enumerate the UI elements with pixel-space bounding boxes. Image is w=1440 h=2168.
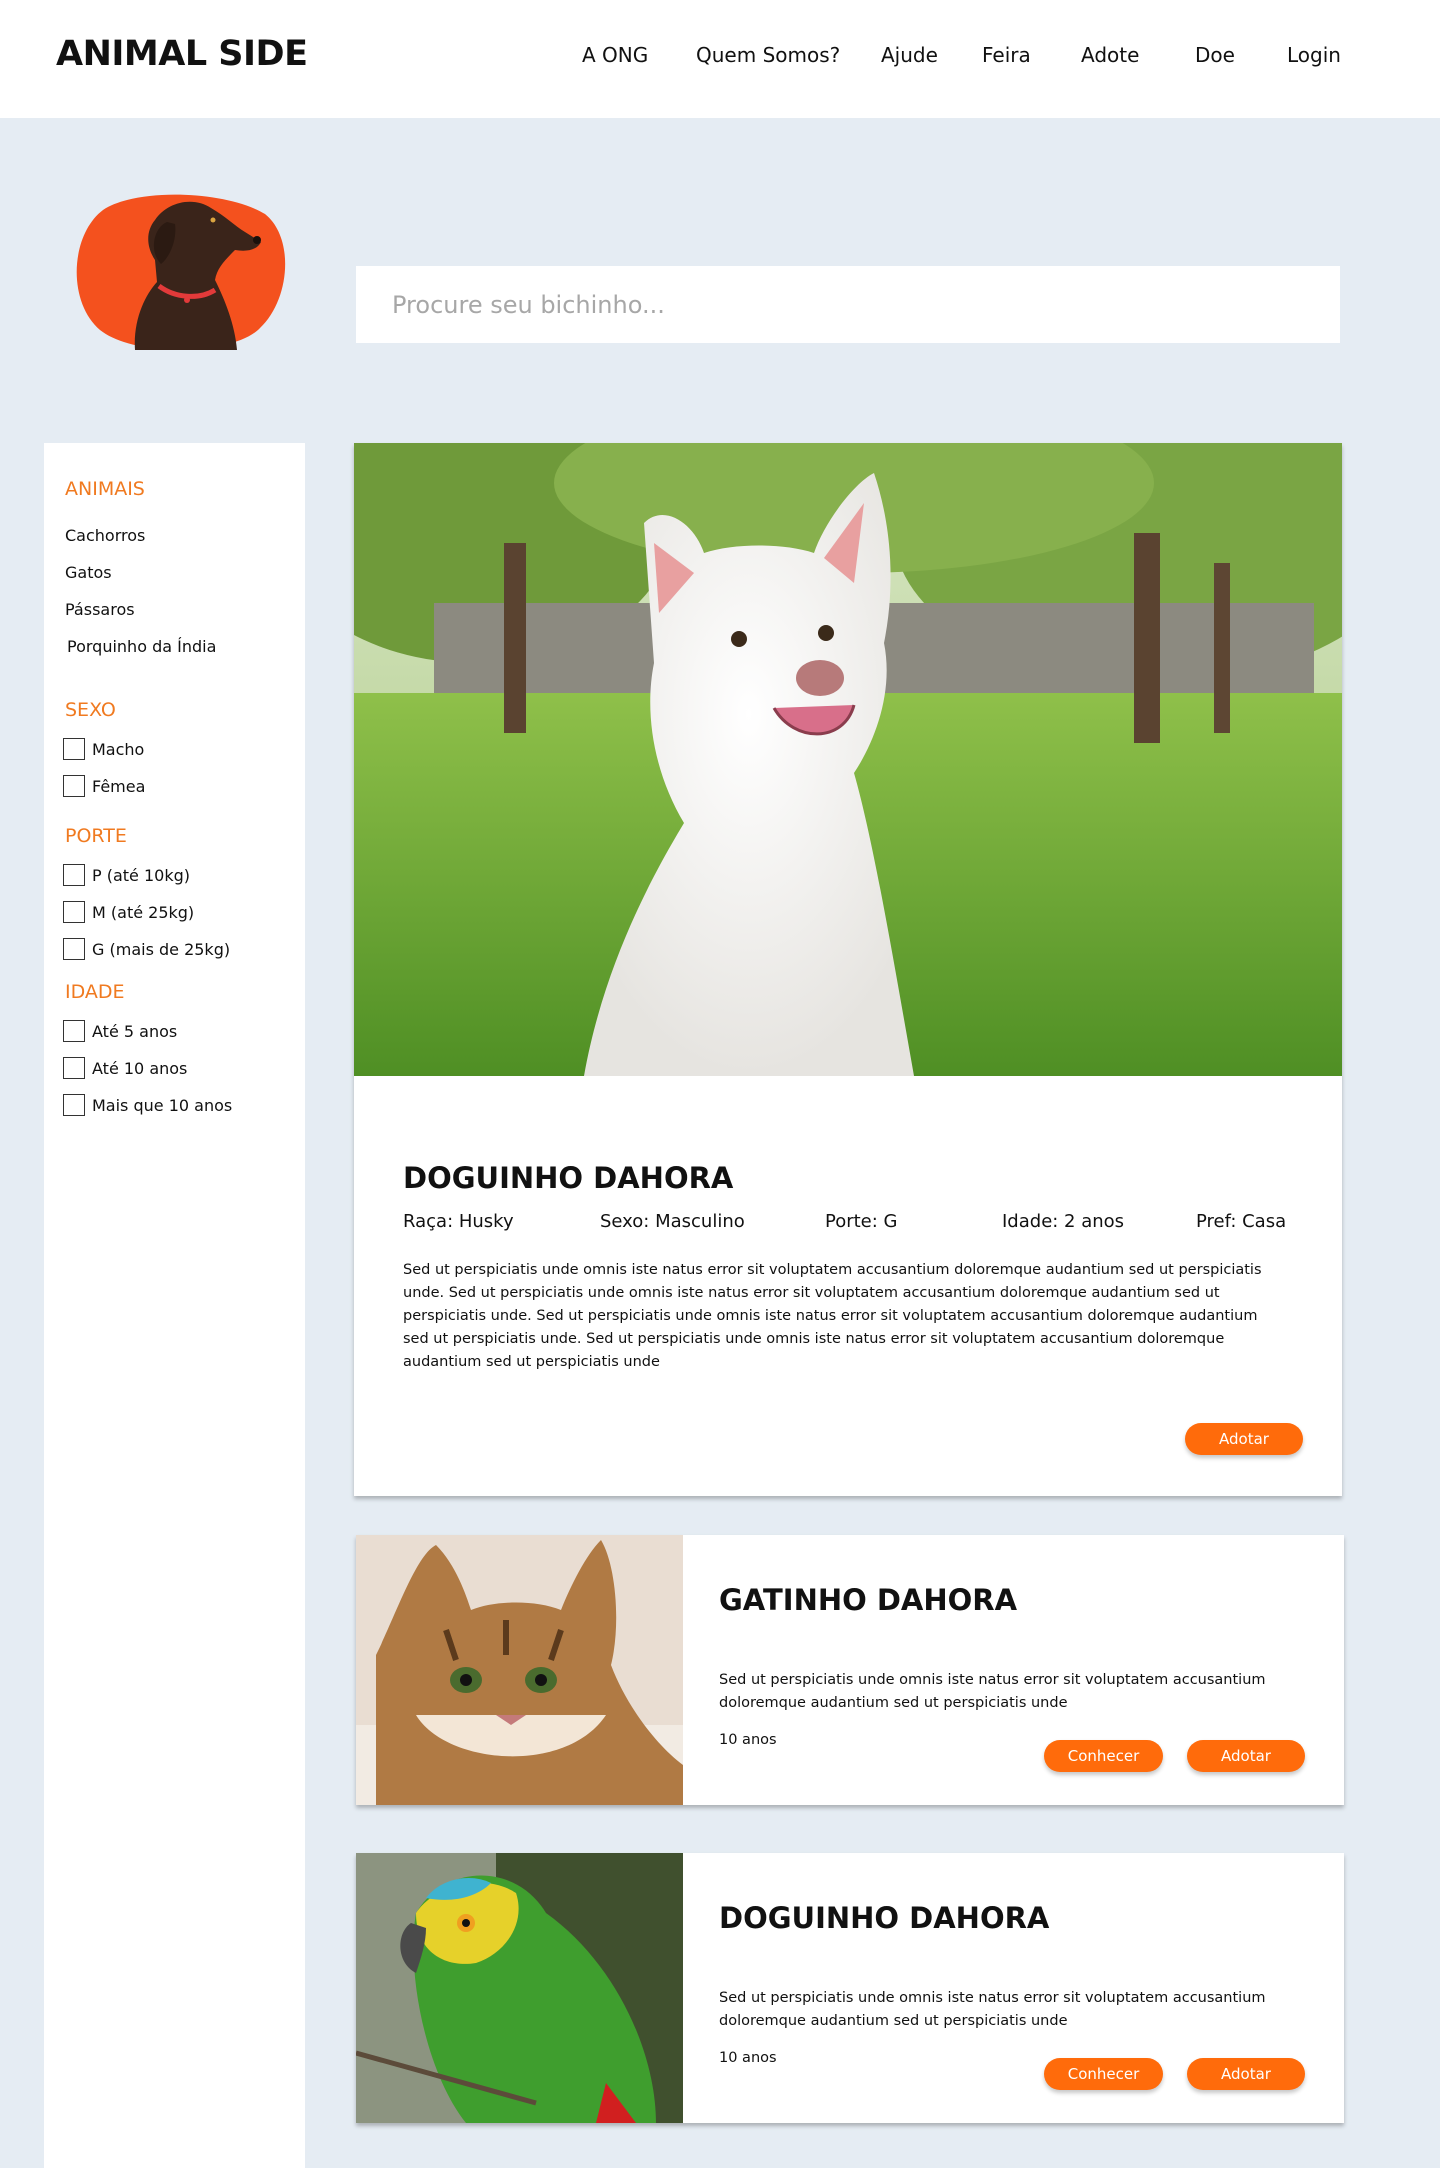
hero-dog-image — [76, 194, 286, 350]
pet-card-name: GATINHO DAHORA — [719, 1583, 1018, 1617]
nav-item-ajude[interactable]: Ajude — [881, 43, 938, 67]
filter-link-cachorros[interactable]: Cachorros — [65, 526, 145, 545]
checkbox-label: Até 5 anos — [92, 1021, 178, 1041]
adopt-button[interactable]: Adotar — [1185, 1423, 1303, 1455]
site-logo[interactable]: ANIMAL SIDE — [56, 34, 308, 74]
know-button[interactable]: Conhecer — [1044, 2058, 1163, 2090]
filter-sidebar: ANIMAIS Cachorros Gatos Pássaros Porquin… — [44, 443, 305, 2168]
filter-checkbox-porte-p[interactable]: P (até 10kg) — [63, 864, 190, 886]
filter-link-passaros[interactable]: Pássaros — [65, 600, 135, 619]
search-input[interactable] — [356, 266, 1340, 343]
filter-heading-sexo: SEXO — [65, 699, 116, 721]
checkbox-box[interactable] — [63, 1057, 85, 1079]
adopt-button[interactable]: Adotar — [1187, 2058, 1305, 2090]
checkbox-box[interactable] — [63, 901, 85, 923]
know-button[interactable]: Conhecer — [1044, 1740, 1163, 1772]
pet-card: GATINHO DAHORA Sed ut perspiciatis unde … — [356, 1535, 1344, 1805]
featured-pet-raca: Raça: Husky — [403, 1211, 514, 1232]
pet-card-age: 10 anos — [719, 1732, 777, 1748]
featured-pet-porte: Porte: G — [825, 1211, 898, 1232]
checkbox-label: G (mais de 25kg) — [92, 939, 231, 959]
checkbox-label: M (até 25kg) — [92, 902, 195, 922]
checkbox-label: Fêmea — [92, 776, 146, 796]
featured-pet-description: Sed ut perspiciatis unde omnis iste natu… — [403, 1262, 1262, 1370]
featured-pet-photo — [354, 443, 1342, 1076]
filter-checkbox-macho[interactable]: Macho — [63, 738, 144, 760]
pet-card: DOGUINHO DAHORA Sed ut perspiciatis unde… — [356, 1853, 1344, 2123]
filter-checkbox-porte-g[interactable]: G (mais de 25kg) — [63, 938, 230, 960]
filter-checkbox-femea[interactable]: Fêmea — [63, 775, 145, 797]
filter-checkbox-idade-10[interactable]: Até 10 anos — [63, 1057, 187, 1079]
featured-pet-idade: Idade: 2 anos — [1002, 1211, 1125, 1232]
featured-pet-card: DOGUINHO DAHORA Raça: Husky Sexo: Mascul… — [354, 443, 1342, 1496]
filter-link-gatos[interactable]: Gatos — [65, 563, 112, 582]
checkbox-box[interactable] — [63, 938, 85, 960]
checkbox-box[interactable] — [63, 1020, 85, 1042]
featured-pet-pref: Pref: Casa — [1196, 1211, 1287, 1232]
nav-item-feira[interactable]: Feira — [982, 43, 1031, 67]
filter-heading-idade: IDADE — [65, 981, 125, 1003]
filter-heading-animais: ANIMAIS — [65, 478, 145, 500]
featured-pet-sexo: Sexo: Masculino — [600, 1211, 745, 1232]
checkbox-box[interactable] — [63, 1094, 85, 1116]
pet-card-description: Sed ut perspiciatis unde omnis iste natu… — [719, 1672, 1266, 1711]
pet-card-description: Sed ut perspiciatis unde omnis iste natu… — [719, 1990, 1266, 2029]
pet-card-photo-parrot — [356, 1853, 683, 2123]
nav-item-adote[interactable]: Adote — [1081, 43, 1139, 67]
checkbox-label: Mais que 10 anos — [92, 1095, 233, 1115]
filter-checkbox-idade-5[interactable]: Até 5 anos — [63, 1020, 177, 1042]
nav-item-login[interactable]: Login — [1287, 43, 1341, 67]
filter-checkbox-porte-m[interactable]: M (até 25kg) — [63, 901, 194, 923]
nav-item-quem-somos[interactable]: Quem Somos? — [696, 43, 840, 67]
checkbox-label: Macho — [92, 739, 145, 759]
checkbox-box[interactable] — [63, 738, 85, 760]
filter-heading-porte: PORTE — [65, 825, 127, 847]
pet-card-age: 10 anos — [719, 2050, 777, 2066]
pet-card-name: DOGUINHO DAHORA — [719, 1901, 1050, 1935]
checkbox-label: P (até 10kg) — [92, 865, 191, 885]
filter-checkbox-idade-mais10[interactable]: Mais que 10 anos — [63, 1094, 232, 1116]
adopt-button[interactable]: Adotar — [1187, 1740, 1305, 1772]
nav-item-ong[interactable]: A ONG — [582, 43, 648, 67]
filter-link-porquinho[interactable]: Porquinho da Índia — [67, 637, 216, 656]
top-header: ANIMAL SIDE A ONG Quem Somos? Ajude Feir… — [0, 0, 1440, 118]
checkbox-box[interactable] — [63, 775, 85, 797]
pet-card-photo-cat — [356, 1535, 683, 1805]
nav-item-doe[interactable]: Doe — [1195, 43, 1235, 67]
checkbox-box[interactable] — [63, 864, 85, 886]
checkbox-label: Até 10 anos — [92, 1058, 188, 1078]
featured-pet-name: DOGUINHO DAHORA — [403, 1161, 734, 1195]
